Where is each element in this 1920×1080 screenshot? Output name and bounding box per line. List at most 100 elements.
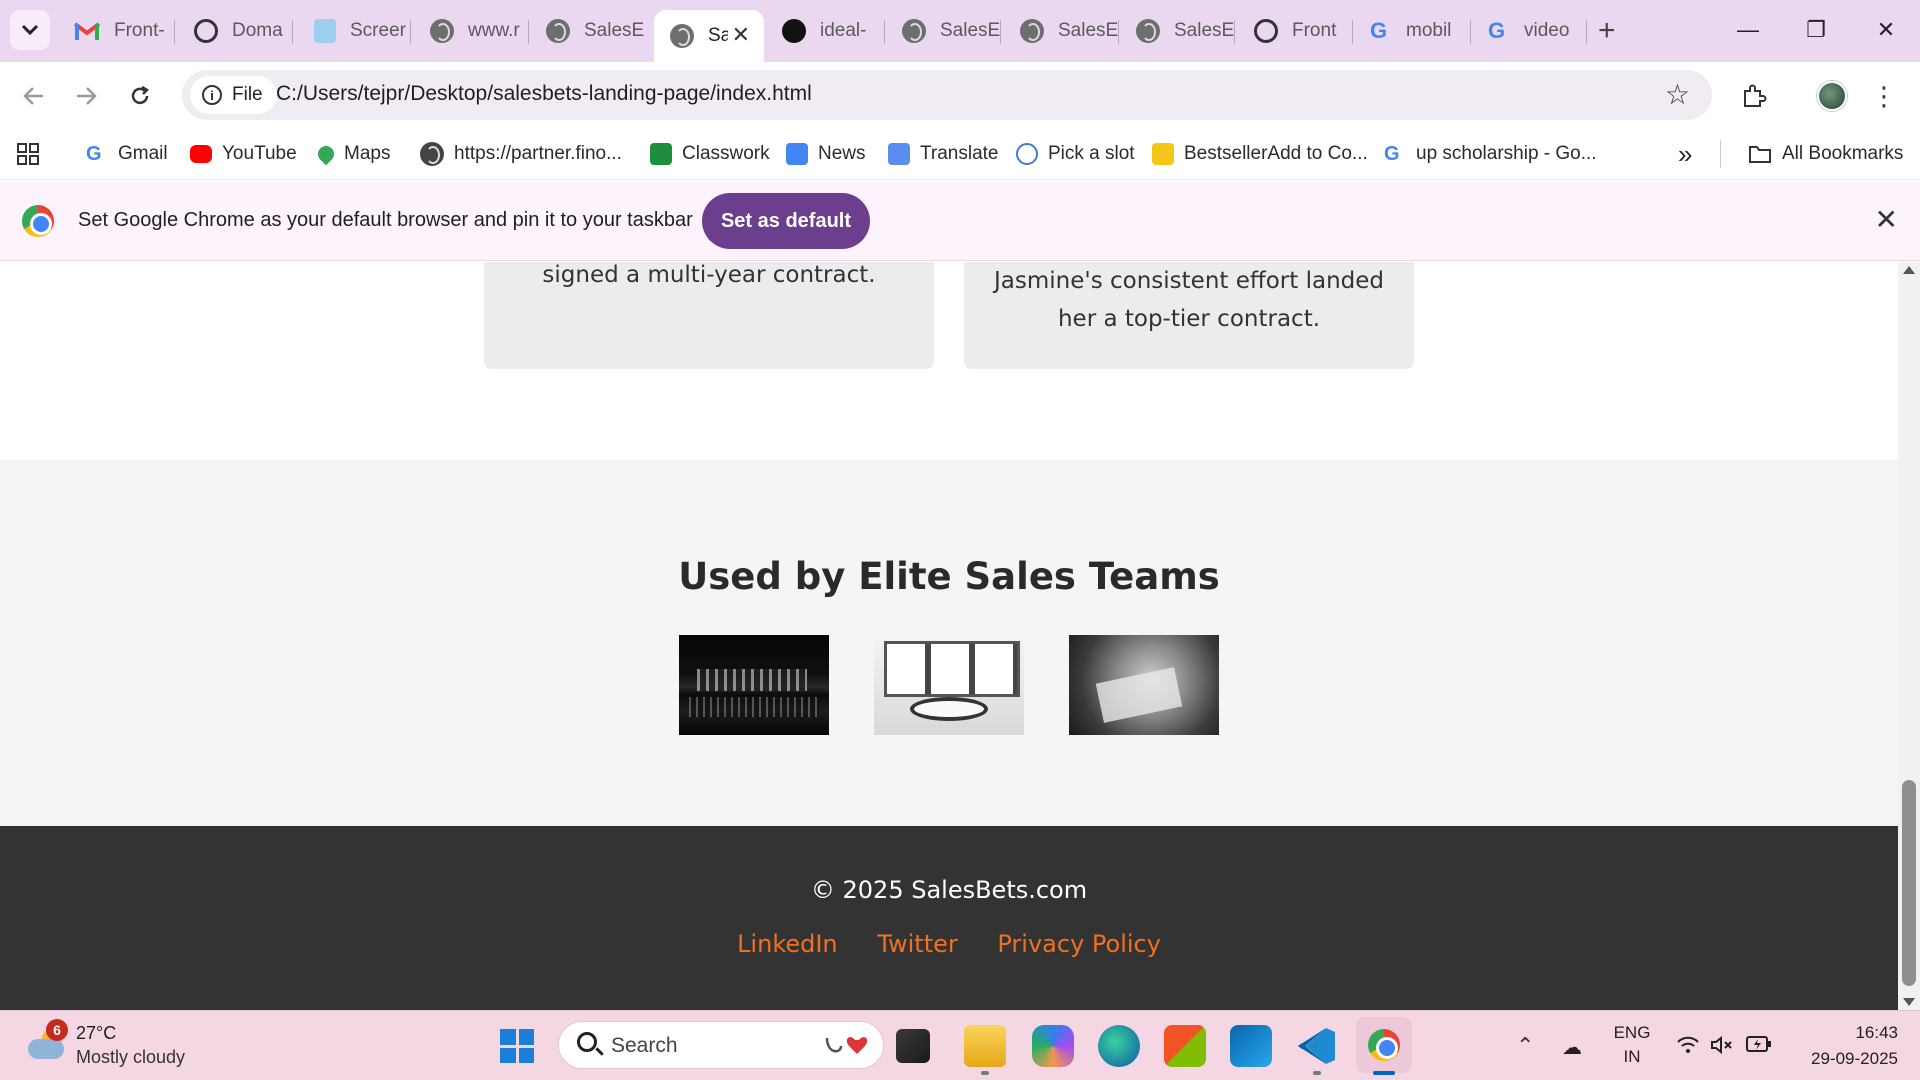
linkedin-link[interactable]: LinkedIn [737,930,838,958]
tab-0[interactable]: Front- [58,10,176,52]
back-button[interactable] [14,76,54,116]
tab-8[interactable]: SalesE [1004,10,1120,52]
forward-button[interactable] [66,76,106,116]
page-viewport: signed a multi-year contract. Jasmine's … [0,262,1898,1010]
extensions-icon[interactable] [1734,76,1774,116]
bookmark-scholarship[interactable]: G up scholarship - Go... [1384,138,1597,170]
section-title: Used by Elite Sales Teams [678,555,1220,598]
close-infobar-icon[interactable]: ✕ [1875,203,1898,236]
file-explorer-icon[interactable] [964,1025,1006,1067]
tab-active[interactable]: Sa ✕ [654,10,764,62]
bookmark-maps[interactable]: Maps [314,138,390,170]
more-bookmarks-button[interactable]: » [1678,138,1692,170]
all-bookmarks-button[interactable]: All Bookmarks [1748,138,1903,170]
copilot-icon[interactable] [1032,1025,1074,1067]
weather-description[interactable]: Mostly cloudy [76,1047,185,1068]
tab-label: www.r [468,20,520,41]
battery-charging-icon[interactable] [1746,1035,1772,1059]
tab-label: Screer [350,20,406,41]
clock-time[interactable]: 16:43 [1855,1023,1898,1043]
restore-button[interactable]: ❐ [1796,10,1836,50]
url-text[interactable]: C:/Users/tejpr/Desktop/salesbets-landing… [276,82,812,106]
minimize-button[interactable]: — [1728,10,1768,50]
bookmark-gmail[interactable]: G Gmail [86,138,168,170]
privacy-policy-link[interactable]: Privacy Policy [997,930,1161,958]
bookmark-partner[interactable]: https://partner.fino... [420,138,622,170]
testimonial-text: her a top-tier contract. [1057,306,1321,332]
profile-avatar[interactable] [1812,76,1852,116]
bookmark-pick-a-slot[interactable]: Pick a slot [1016,138,1135,170]
tab-12[interactable]: G video [1472,10,1586,52]
windows-logo-pane [518,1029,534,1045]
globe-icon [902,19,926,43]
bookmark-label: Pick a slot [1048,143,1135,164]
menu-kebab-icon[interactable]: ⋮ [1864,76,1904,116]
task-view-icon[interactable] [896,1029,930,1063]
language-indicator-line1[interactable]: ENG [1612,1023,1652,1043]
tab-separator [1234,20,1235,44]
vscode-icon[interactable] [1296,1025,1338,1067]
site-info-chip[interactable]: i File [190,76,277,114]
globe-icon [420,142,444,166]
outlook-icon[interactable] [1230,1025,1272,1067]
close-window-button[interactable]: ✕ [1866,10,1906,50]
show-hidden-icons-chevron-icon[interactable]: ⌃ [1516,1033,1534,1059]
tab-search-button[interactable] [10,10,50,50]
bookmark-translate[interactable]: Translate [888,138,999,170]
slot-icon [1016,143,1038,165]
tab-1[interactable]: Doma [178,10,294,52]
scrollbar-thumb[interactable] [1902,780,1916,986]
start-button[interactable] [500,1029,534,1063]
testimonial-text: signed a multi-year contract. [542,262,876,288]
scroll-down-arrow-icon[interactable] [1903,998,1915,1006]
chrome-taskbar-button[interactable] [1356,1017,1412,1073]
tab-10[interactable]: Front [1238,10,1354,52]
bookmark-label: https://partner.fino... [454,143,622,164]
bookmark-classwork[interactable]: Classwork [650,138,770,170]
bookmark-youtube[interactable]: YouTube [190,138,297,170]
tab-11[interactable]: G mobil [1354,10,1468,52]
tab-separator [1470,20,1471,44]
tab-3[interactable]: www.r [414,10,530,52]
wifi-icon[interactable] [1676,1035,1700,1061]
city-night-image [679,635,829,735]
tab-7[interactable]: SalesE [886,10,1002,52]
tab-2[interactable]: Screer [298,10,412,52]
bookmark-bestseller[interactable]: BestsellerAdd to Co... [1152,138,1368,170]
address-bar[interactable]: i File C:/Users/tejpr/Desktop/salesbets-… [182,70,1712,120]
microsoft-store-icon[interactable] [1164,1025,1206,1067]
reload-button[interactable] [120,76,160,116]
gmail-icon [73,21,101,41]
language-indicator-line2[interactable]: IN [1612,1047,1652,1067]
news-icon [786,143,808,165]
weather-temperature[interactable]: 27°C [76,1023,116,1044]
bookmark-label: News [818,143,866,164]
search-placeholder: Search [611,1034,678,1057]
tab-4[interactable]: SalesE [530,10,646,52]
edge-icon[interactable] [1098,1025,1140,1067]
taskbar-search-box[interactable]: Search [558,1021,884,1069]
translate-icon [888,143,910,165]
apps-grid-icon[interactable] [16,138,40,170]
scroll-up-arrow-icon[interactable] [1903,266,1915,274]
bookmark-label: Gmail [118,143,168,164]
vertical-scrollbar[interactable] [1898,262,1920,1010]
google-icon: G [86,142,102,165]
onedrive-icon[interactable]: ☁ [1562,1035,1582,1060]
footer-links: LinkedIn Twitter Privacy Policy [0,930,1898,958]
tab-6[interactable]: ideal- [766,10,882,52]
tab-label: ideal- [820,20,867,41]
close-tab-icon[interactable]: ✕ [732,22,750,48]
twitter-link[interactable]: Twitter [877,930,957,958]
windows-taskbar: 6 27°C Mostly cloudy Search ⌃ ☁ ENG IN 1… [0,1010,1920,1080]
folder-icon [1749,146,1771,163]
set-as-default-button[interactable]: Set as default [702,193,870,249]
tab-label: Front [1292,20,1337,41]
new-tab-button[interactable]: + [1598,14,1616,48]
app-running-indicator [981,1071,989,1075]
speaker-muted-icon[interactable] [1710,1035,1736,1061]
bookmark-star-icon[interactable]: ☆ [1665,78,1690,111]
bookmark-news[interactable]: News [786,138,866,170]
clock-date[interactable]: 29-09-2025 [1811,1049,1898,1069]
tab-9[interactable]: SalesE [1120,10,1236,52]
